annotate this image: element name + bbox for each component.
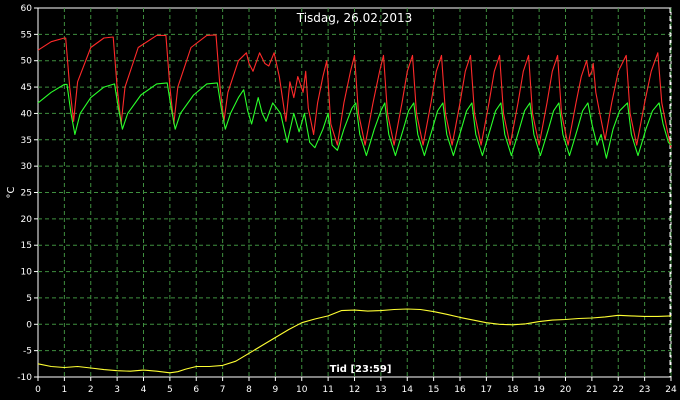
x-tick-label: 5 (167, 385, 173, 395)
y-tick-label: 30 (21, 162, 33, 172)
y-tick-label: -5 (23, 347, 32, 357)
x-tick-label: 18 (507, 385, 519, 395)
x-tick-label: 23 (639, 385, 650, 395)
x-tick-label: 17 (481, 385, 492, 395)
x-tick-label: 21 (586, 385, 597, 395)
x-tick-label: 20 (560, 385, 572, 395)
x-tick-label: 6 (193, 385, 199, 395)
y-tick-label: 50 (21, 57, 33, 67)
x-tick-label: 0 (35, 385, 41, 395)
y-tick-label: 55 (21, 30, 32, 40)
x-tick-label: 11 (322, 385, 333, 395)
chart-title: Tisdag, 26.02.2013 (296, 11, 412, 25)
x-tick-label: 3 (114, 385, 120, 395)
x-axis-label: Tid [23:59] (330, 364, 392, 375)
y-tick-label: 15 (21, 241, 32, 251)
x-tick-label: 1 (62, 385, 68, 395)
y-tick-label: 20 (21, 215, 33, 225)
x-tick-label: 8 (246, 385, 252, 395)
x-tick-label: 19 (533, 385, 545, 395)
y-tick-label: -10 (17, 373, 32, 383)
x-tick-label: 2 (88, 385, 94, 395)
y-axis-label: °C (6, 186, 17, 198)
y-tick-label: 0 (26, 320, 32, 330)
chart-window: 0 1 2 3 4 5 6 7 8 9 10 11 12 13 14 15 16 17 18 19 20 21 22 23 24… (0, 0, 680, 400)
x-tick-label: 15 (428, 385, 439, 395)
x-tick-label: 16 (454, 385, 466, 395)
y-tick-label: 40 (21, 109, 33, 119)
y-tick-label: 5 (26, 294, 32, 304)
x-tick-label: 24 (665, 385, 677, 395)
x-tick-label: 9 (273, 385, 279, 395)
x-tick-label: 12 (349, 385, 360, 395)
x-tick-label: 13 (375, 385, 386, 395)
temperature-chart: 0 1 2 3 4 5 6 7 8 9 10 11 12 13 14 15 16 17 18 19 20 21 22 23 24… (6, 4, 677, 395)
x-tick-label: 22 (613, 385, 624, 395)
x-tick-label: 14 (402, 385, 414, 395)
x-tick-label: 4 (141, 385, 147, 395)
y-tick-label: 35 (21, 136, 32, 146)
y-tick-label: 60 (21, 4, 33, 14)
y-tick-label: 10 (21, 268, 33, 278)
x-tick-label: 10 (296, 385, 308, 395)
y-tick-label: 45 (21, 83, 32, 93)
y-tick-label: 25 (21, 189, 32, 199)
x-tick-label: 7 (220, 385, 226, 395)
